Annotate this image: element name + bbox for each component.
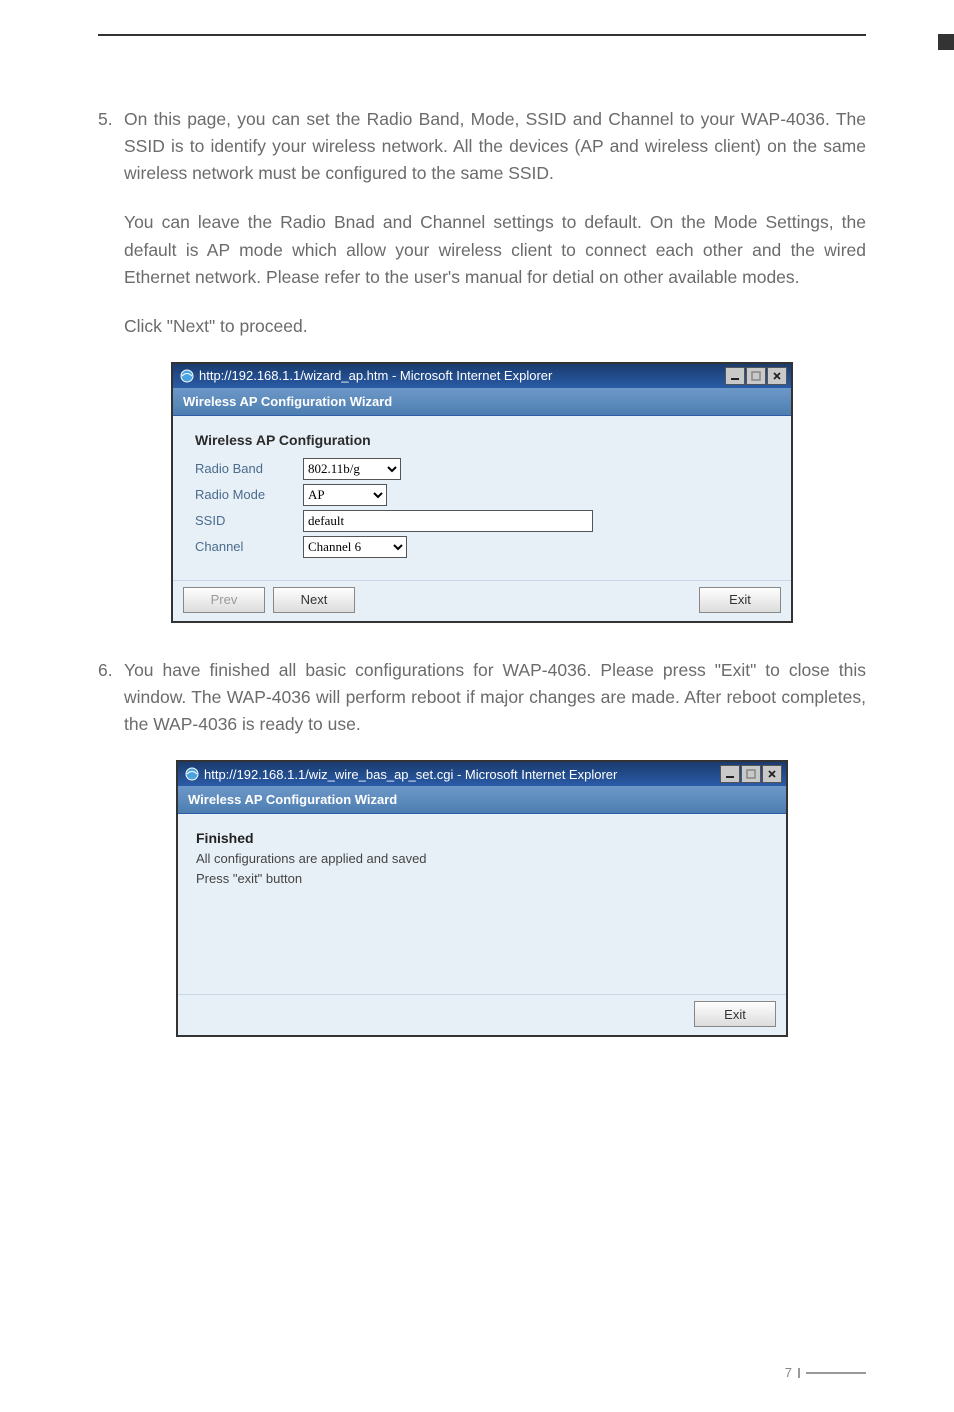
ssid-label: SSID: [195, 513, 303, 528]
maximize-button[interactable]: [741, 765, 761, 783]
button-row: Exit: [178, 994, 786, 1035]
header-rule: [98, 34, 866, 36]
page-footer: 7: [785, 1365, 866, 1380]
window-title: http://192.168.1.1/wiz_wire_bas_ap_set.c…: [204, 767, 617, 782]
button-row: Prev Next Exit: [173, 580, 791, 621]
maximize-button[interactable]: [746, 367, 766, 385]
wizard-window-1: http://192.168.1.1/wizard_ap.htm - Micro…: [171, 362, 793, 623]
finished-line2: Press "exit" button: [196, 871, 302, 886]
next-button[interactable]: Next: [273, 587, 355, 613]
minimize-button[interactable]: [720, 765, 740, 783]
exit-button[interactable]: Exit: [699, 587, 781, 613]
wizard-content: Wireless AP Configuration Radio Band 802…: [173, 416, 791, 580]
page-number: 7: [785, 1365, 792, 1380]
wizard-subheader: Wireless AP Configuration Wizard: [178, 786, 786, 814]
step5-number: 5.: [98, 106, 124, 133]
window-title: http://192.168.1.1/wizard_ap.htm - Micro…: [199, 368, 552, 383]
ie-icon: http://192.168.1.1/wiz_wire_bas_ap_set.c…: [184, 766, 617, 782]
step6-para: 6.You have finished all basic configurat…: [98, 657, 866, 738]
step5-para2: You can leave the Radio Bnad and Channel…: [98, 209, 866, 290]
radio-mode-label: Radio Mode: [195, 487, 303, 502]
titlebar: http://192.168.1.1/wizard_ap.htm - Micro…: [173, 364, 791, 388]
step5-para3: Click "Next" to proceed.: [98, 313, 866, 340]
channel-select[interactable]: Channel 6: [303, 536, 407, 558]
radio-band-select[interactable]: 802.11b/g: [303, 458, 401, 480]
step5-para1: 5.On this page, you can set the Radio Ba…: [98, 106, 866, 187]
ssid-input[interactable]: [303, 510, 593, 532]
section-title: Wireless AP Configuration: [195, 432, 777, 448]
step6-text: You have finished all basic configuratio…: [124, 660, 866, 734]
minimize-button[interactable]: [725, 367, 745, 385]
ie-icon: http://192.168.1.1/wizard_ap.htm - Micro…: [179, 368, 552, 384]
step5-text1: On this page, you can set the Radio Band…: [124, 109, 866, 183]
close-button[interactable]: [767, 367, 787, 385]
channel-label: Channel: [195, 539, 303, 554]
finished-heading: Finished: [196, 830, 254, 846]
close-button[interactable]: [762, 765, 782, 783]
titlebar: http://192.168.1.1/wiz_wire_bas_ap_set.c…: [178, 762, 786, 786]
wizard-subheader: Wireless AP Configuration Wizard: [173, 388, 791, 416]
radio-band-label: Radio Band: [195, 461, 303, 476]
radio-mode-select[interactable]: AP: [303, 484, 387, 506]
finished-line1: All configurations are applied and saved: [196, 851, 427, 866]
step6-number: 6.: [98, 657, 124, 684]
wizard-window-2: http://192.168.1.1/wiz_wire_bas_ap_set.c…: [176, 760, 788, 1037]
finished-content: Finished All configurations are applied …: [178, 814, 786, 994]
exit-button[interactable]: Exit: [694, 1001, 776, 1027]
prev-button[interactable]: Prev: [183, 587, 265, 613]
